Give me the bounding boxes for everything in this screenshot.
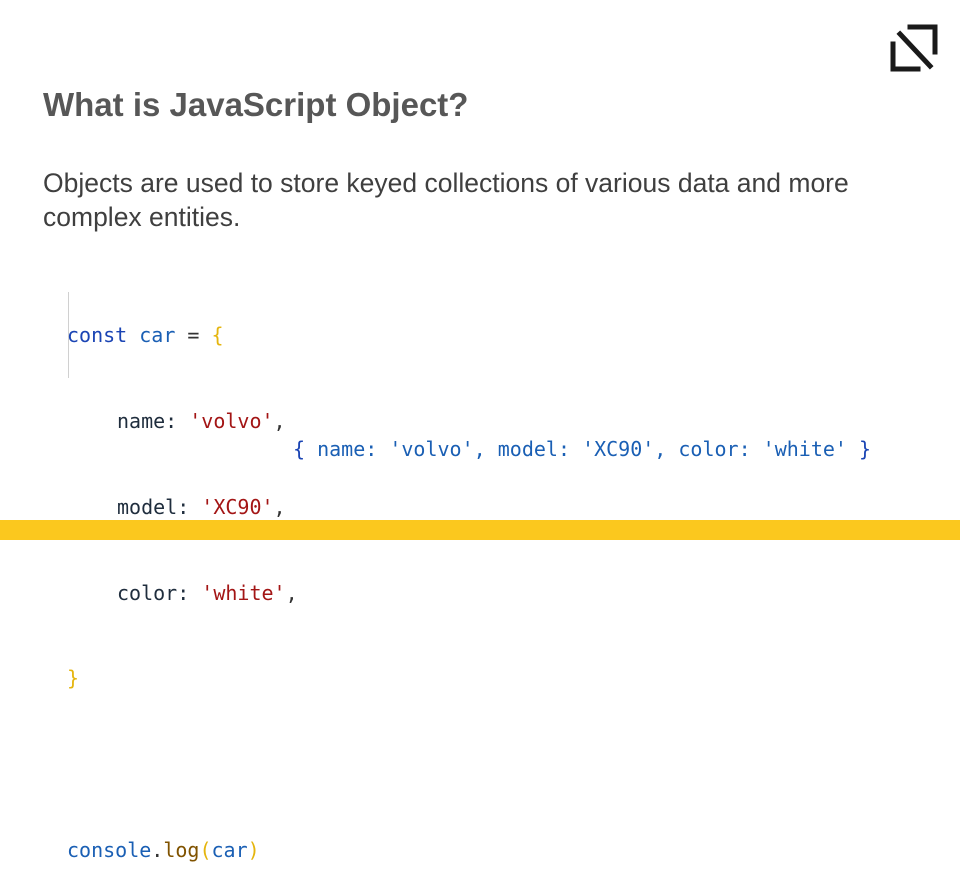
code-line-close: } [67,664,298,693]
console-output: { name: 'volvo', model: 'XC90', color: '… [293,435,871,463]
n-corner-logo-icon [890,24,938,72]
footer-accent-bar [0,520,960,540]
slide-description: Objects are used to store keyed collecti… [43,168,849,232]
output-close-brace: } [859,437,872,461]
output-key: model: [497,437,583,461]
code-log-fn: log [163,837,200,862]
output-value: 'white' [762,437,847,461]
output-value: 'XC90' [582,437,655,461]
code-comma: , [285,580,298,605]
code-block: const car = { name: 'volvo', model: 'XC9… [67,264,298,893]
code-line-prop: model: 'XC90', [67,493,298,522]
code-prop-value: 'volvo' [189,408,274,433]
code-open-brace: { [211,323,224,348]
output-sep: , [654,437,679,461]
code-keyword: const [67,323,128,348]
code-rparen: ) [247,837,260,862]
output-key: name: [317,437,390,461]
code-comma: , [273,408,286,433]
output-sep: , [473,437,498,461]
code-line-prop: name: 'volvo', [67,407,298,436]
code-lparen: ( [199,837,212,862]
slide-title: What is JavaScript Object? [43,86,469,123]
output-sep [847,437,859,461]
code-comma: , [273,494,286,519]
code-line-prop: color: 'white', [67,579,298,608]
code-dot: . [151,837,164,862]
code-prop-value: 'white' [201,580,286,605]
output-value: 'volvo' [389,437,474,461]
code-prop-key: name: [117,408,190,433]
code-line-log: console.log(car) [67,836,298,865]
output-open-brace: { [293,437,318,461]
code-close-brace: } [67,666,80,691]
code-prop-key: color: [117,580,202,605]
code-prop-value: 'XC90' [201,494,274,519]
code-equals: = [175,323,212,348]
output-key: color: [678,437,763,461]
code-line-declaration: const car = { [67,321,298,350]
code-log-arg: car [211,837,248,862]
code-variable: car [139,323,176,348]
code-prop-key: model: [117,494,202,519]
code-console: console [67,837,152,862]
